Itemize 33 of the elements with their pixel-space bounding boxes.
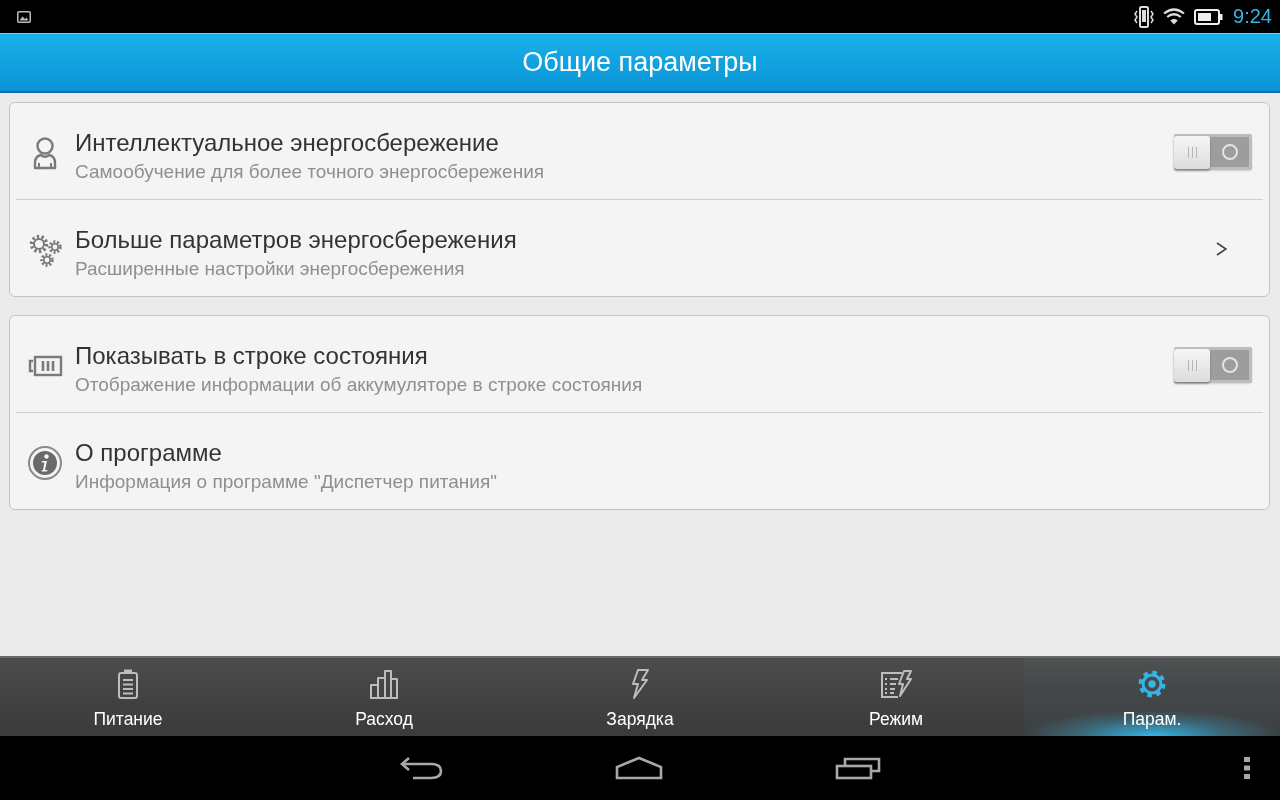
setting-subtitle: Самообучение для более точного энергосбережения bbox=[75, 159, 546, 184]
tab[interactable]: Расход bbox=[256, 658, 512, 736]
image-notification-icon bbox=[17, 10, 31, 23]
setting-title[interactable]: Показывать в строке состояния bbox=[75, 341, 1174, 370]
wifi-icon bbox=[1163, 8, 1186, 25]
menu-icon bbox=[1244, 757, 1250, 779]
setting-subtitle: Расширенные настройки энергосбережения bbox=[75, 256, 466, 281]
setting-subtitle: Отображение информации об аккумуляторе в строке состояния bbox=[75, 372, 644, 397]
battery-icon bbox=[1194, 8, 1224, 25]
setting-title[interactable]: Интеллектуальное энергосбережение bbox=[75, 128, 1174, 157]
setting-subtitle: Информация о программе "Диспетчер питания" bbox=[75, 469, 498, 494]
tab[interactable]: Парам. bbox=[1024, 658, 1280, 736]
list-lightning-icon bbox=[880, 668, 912, 700]
tab[interactable]: Питание bbox=[0, 658, 256, 736]
chevron-right-icon[interactable] bbox=[1216, 242, 1227, 256]
screen-title: Общие параметры bbox=[522, 47, 758, 78]
tab[interactable]: Зарядка bbox=[512, 658, 768, 736]
recent-apps-icon bbox=[835, 756, 881, 780]
lightning-icon bbox=[630, 668, 650, 700]
setting-title[interactable]: Больше параметров энергосбережения bbox=[75, 225, 1216, 254]
settings-icon bbox=[1136, 668, 1168, 700]
tab[interactable]: Режим bbox=[768, 658, 1024, 736]
setting-title[interactable]: О программе bbox=[75, 438, 1252, 467]
info-icon bbox=[27, 445, 63, 481]
back-arrow-icon bbox=[399, 756, 443, 780]
vibrate-icon bbox=[1134, 5, 1155, 28]
toggle-switch[interactable] bbox=[1174, 134, 1252, 170]
battery-icon bbox=[117, 668, 139, 700]
clock-time: 9:24 bbox=[1233, 5, 1272, 28]
toggle-switch[interactable] bbox=[1174, 347, 1252, 383]
bar-chart-icon bbox=[369, 668, 399, 700]
gears-icon bbox=[27, 232, 63, 268]
home-icon bbox=[615, 756, 663, 780]
